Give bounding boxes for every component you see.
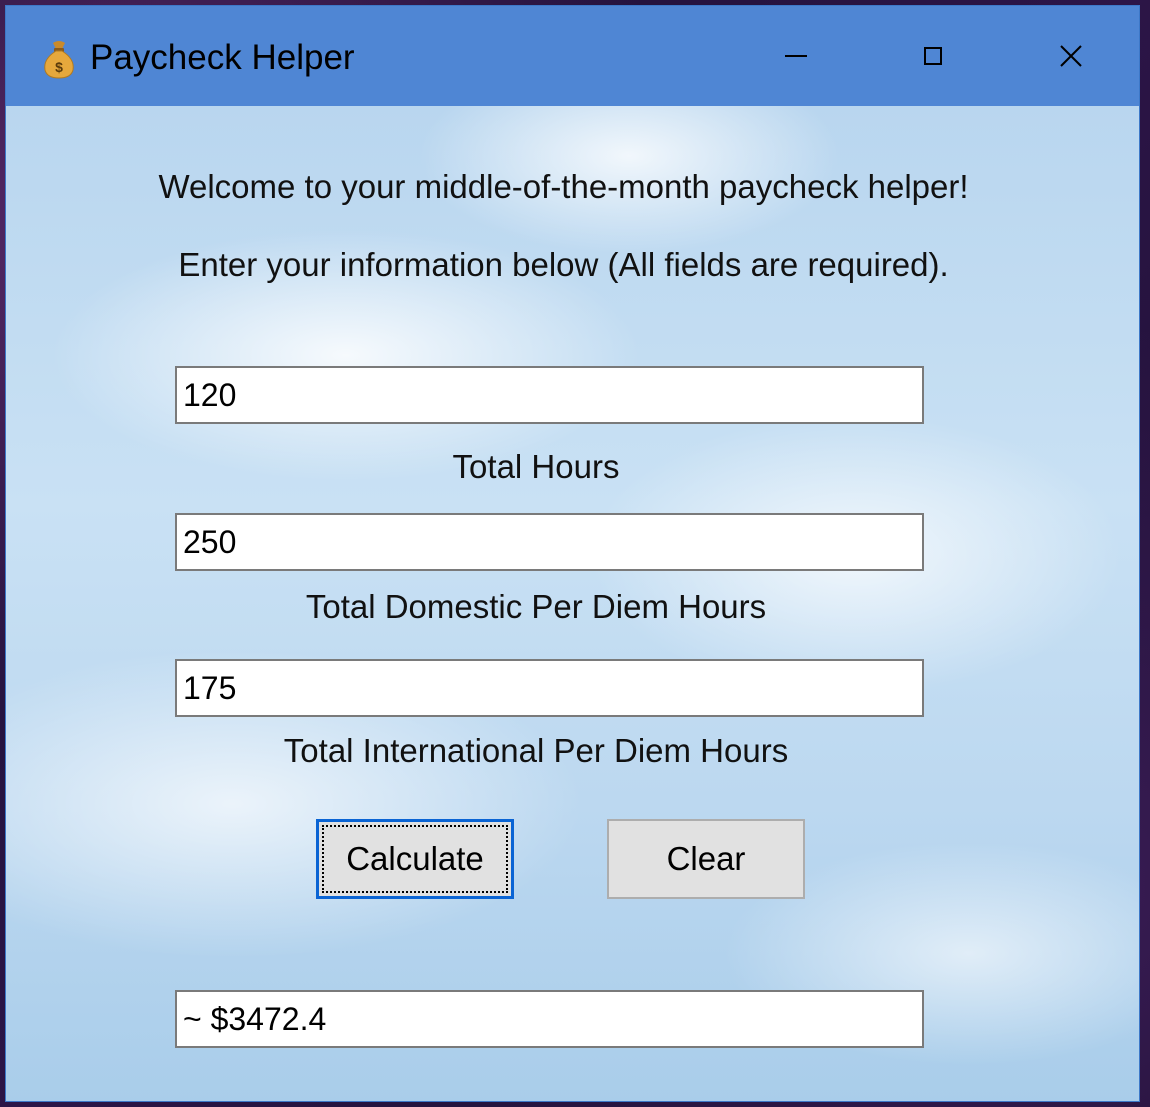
international-per-diem-input[interactable] xyxy=(175,659,924,717)
welcome-text: Welcome to your middle-of-the-month payc… xyxy=(158,168,969,205)
maximize-icon xyxy=(924,47,942,65)
window-title: Paycheck Helper xyxy=(90,38,355,77)
calculate-button[interactable]: Calculate xyxy=(316,819,514,899)
result-field[interactable] xyxy=(175,990,924,1048)
clear-button-label: Clear xyxy=(666,840,746,877)
instructions-text: Enter your information below (All fields… xyxy=(178,246,949,283)
total-hours-label: Total Hours xyxy=(452,448,620,485)
calculate-button-label: Calculate xyxy=(346,840,484,877)
svg-text:$: $ xyxy=(55,59,63,75)
clear-button[interactable]: Clear xyxy=(607,819,805,899)
domestic-per-diem-input[interactable] xyxy=(175,513,924,571)
minimize-icon xyxy=(785,55,807,57)
money-bag-icon: $ xyxy=(44,41,74,79)
close-icon xyxy=(1060,45,1082,67)
close-button[interactable] xyxy=(1006,6,1136,106)
minimize-button[interactable] xyxy=(731,6,861,106)
maximize-button[interactable] xyxy=(868,6,998,106)
title-bar[interactable]: $ Paycheck Helper xyxy=(6,6,1139,106)
total-hours-input[interactable] xyxy=(175,366,924,424)
app-window: $ Paycheck Helper Welcome to your middle… xyxy=(5,5,1140,1102)
domestic-per-diem-label: Total Domestic Per Diem Hours xyxy=(305,588,767,625)
form-body: Welcome to your middle-of-the-month payc… xyxy=(6,106,1139,1101)
international-per-diem-label: Total International Per Diem Hours xyxy=(283,732,789,769)
